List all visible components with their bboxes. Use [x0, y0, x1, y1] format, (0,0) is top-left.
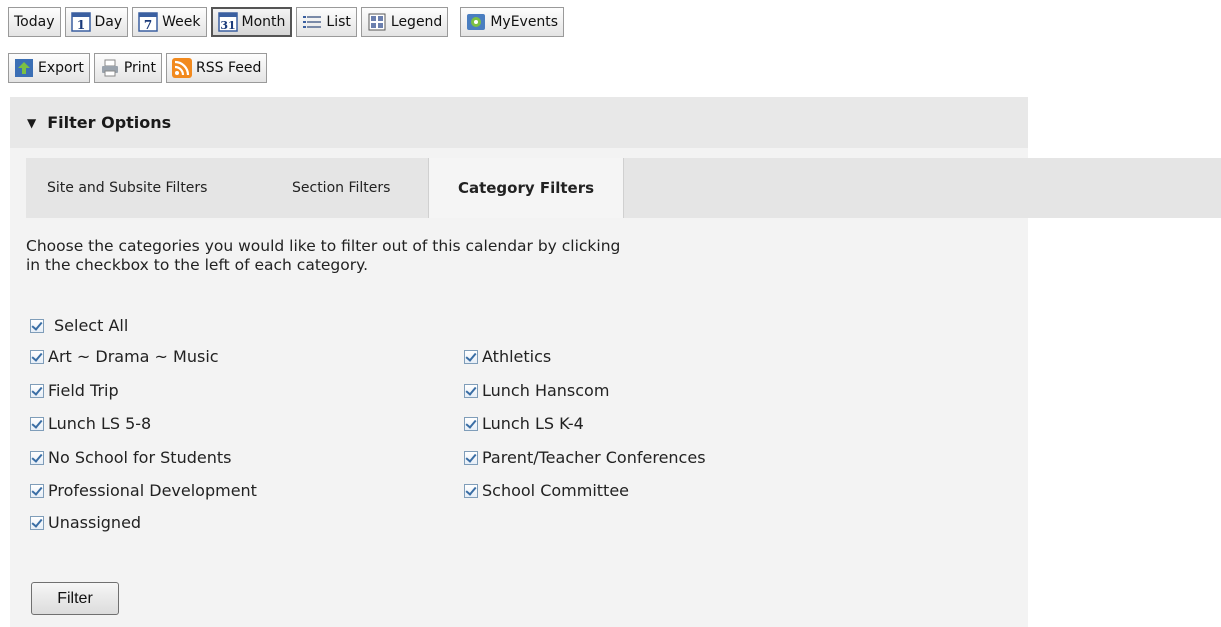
rss-label: RSS Feed — [196, 60, 262, 76]
calendar-month-icon: 31 — [217, 12, 238, 32]
list-icon — [302, 12, 322, 32]
export-label: Export — [38, 60, 84, 76]
filter-instructions: Choose the categories you would like to … — [26, 237, 786, 275]
myevents-icon — [466, 12, 486, 32]
category-option[interactable]: No School for Students — [30, 448, 231, 467]
select-all-checkbox[interactable] — [30, 318, 44, 333]
rss-icon — [172, 58, 193, 78]
category-option[interactable]: Lunch LS K-4 — [464, 414, 584, 433]
filter-options-title: Filter Options — [47, 113, 172, 132]
today-label: Today — [14, 14, 55, 30]
week-view-button[interactable]: 7 Week — [132, 7, 207, 37]
calendar-week-icon: 7 — [138, 12, 158, 32]
collapse-triangle-icon: ▼ — [27, 115, 37, 130]
category-label: Lunch LS 5-8 — [48, 414, 152, 433]
week-label: Week — [162, 14, 201, 30]
action-toolbar: Export Print RSS Feed — [8, 53, 271, 83]
category-checkbox[interactable] — [30, 349, 44, 364]
month-icon-number: 31 — [220, 19, 235, 32]
calendar-day-icon: 1 — [70, 12, 91, 32]
legend-button[interactable]: Legend — [360, 7, 449, 37]
month-label: Month — [241, 14, 286, 30]
category-checkbox[interactable] — [30, 515, 44, 530]
category-option[interactable]: Lunch LS 5-8 — [30, 414, 151, 433]
tab-section-filters[interactable]: Section Filters — [292, 158, 390, 218]
category-checkbox[interactable] — [30, 483, 44, 498]
category-label: School Committee — [482, 481, 630, 500]
list-label: List — [326, 14, 351, 30]
myevents-label: MyEvents — [490, 14, 559, 30]
category-checkbox[interactable] — [464, 450, 478, 465]
category-label: Professional Development — [48, 481, 257, 500]
category-option[interactable]: Lunch Hanscom — [464, 381, 609, 400]
filter-options-toggle[interactable]: ▼ Filter Options — [10, 97, 1028, 148]
today-button[interactable]: Today — [8, 7, 61, 37]
filter-submit-button[interactable]: Filter — [31, 582, 119, 615]
category-option[interactable]: Field Trip — [30, 381, 119, 400]
export-button[interactable]: Export — [8, 53, 90, 83]
select-all-option[interactable]: Select All — [30, 316, 128, 335]
category-label: Lunch Hanscom — [482, 381, 610, 400]
day-icon-number: 1 — [76, 18, 84, 32]
list-view-button[interactable]: List — [296, 7, 357, 37]
category-checkbox[interactable] — [30, 383, 44, 398]
category-option[interactable]: Athletics — [464, 347, 551, 366]
category-label: Unassigned — [48, 513, 142, 532]
rss-feed-button[interactable]: RSS Feed — [166, 53, 268, 83]
category-option[interactable]: Art ~ Drama ~ Music — [30, 347, 219, 366]
tab-category-label: Category Filters — [457, 179, 595, 197]
view-toolbar: Today 1 Day 7 Week 31 Month List Legend … — [8, 7, 568, 37]
category-checkbox[interactable] — [30, 416, 44, 431]
category-option[interactable]: School Committee — [464, 481, 629, 500]
category-label: Art ~ Drama ~ Music — [48, 347, 219, 366]
week-icon-number: 7 — [144, 18, 152, 32]
instructions-line-1: Choose the categories you would like to … — [26, 237, 621, 255]
category-label: Lunch LS K-4 — [482, 414, 584, 433]
day-label: Day — [94, 14, 123, 30]
category-option[interactable]: Unassigned — [30, 513, 141, 532]
category-label: Parent/Teacher Conferences — [482, 448, 706, 467]
category-checkbox[interactable] — [464, 349, 478, 364]
legend-label: Legend — [390, 14, 443, 30]
day-view-button[interactable]: 1 Day — [64, 7, 129, 37]
category-label: Field Trip — [48, 381, 119, 400]
tab-section-label: Section Filters — [292, 180, 391, 196]
category-checkbox[interactable] — [464, 416, 478, 431]
category-option[interactable]: Parent/Teacher Conferences — [464, 448, 706, 467]
tab-category-filters[interactable]: Category Filters — [428, 158, 624, 218]
export-icon — [14, 58, 34, 78]
tab-site-subsite-label: Site and Subsite Filters — [47, 180, 208, 196]
select-all-label: Select All — [54, 316, 129, 335]
category-label: Athletics — [482, 347, 552, 366]
category-checkbox[interactable] — [464, 483, 478, 498]
month-view-button[interactable]: 31 Month — [210, 7, 293, 37]
category-option[interactable]: Professional Development — [30, 481, 257, 500]
instructions-line-2: in the checkbox to the left of each cate… — [26, 256, 369, 274]
myevents-button[interactable]: MyEvents — [460, 7, 565, 37]
category-label: No School for Students — [48, 448, 232, 467]
filter-tabs: Site and Subsite Filters Section Filters… — [26, 158, 1221, 218]
printer-icon — [100, 58, 120, 78]
tab-site-subsite-filters[interactable]: Site and Subsite Filters — [47, 158, 207, 218]
category-checkbox[interactable] — [464, 383, 478, 398]
legend-grid-icon — [367, 12, 387, 32]
print-button[interactable]: Print — [93, 53, 163, 83]
print-label: Print — [123, 60, 157, 76]
category-checkbox[interactable] — [30, 450, 44, 465]
filter-panel: Site and Subsite Filters Section Filters… — [10, 148, 1221, 627]
